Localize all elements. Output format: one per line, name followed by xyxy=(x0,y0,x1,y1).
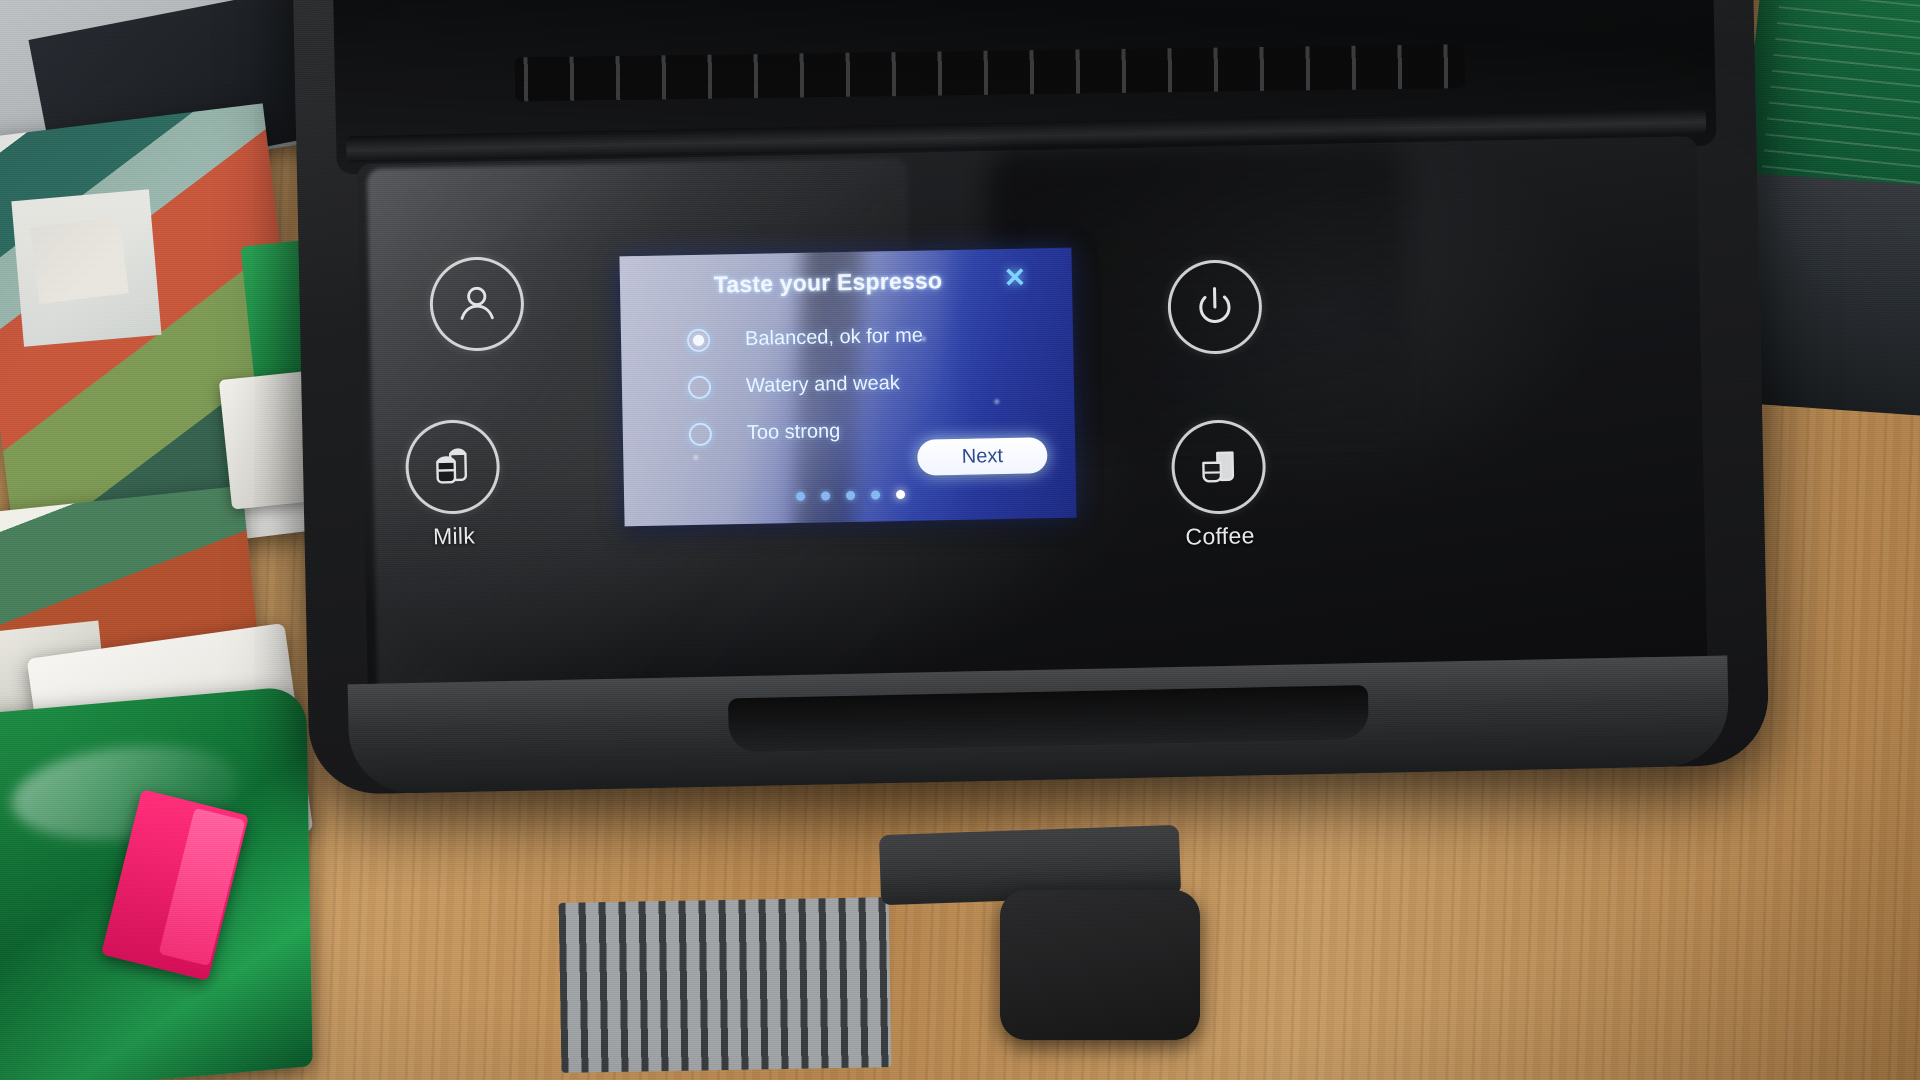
radio-icon-too-strong[interactable] xyxy=(688,422,713,447)
touchscreen-display[interactable]: Taste your Espresso ✕ Balanced, ok for m… xyxy=(619,247,1077,527)
power-icon-ring xyxy=(1166,259,1263,355)
close-icon[interactable]: ✕ xyxy=(1000,262,1031,293)
next-button[interactable]: Next xyxy=(917,437,1048,476)
pagination-dot[interactable] xyxy=(820,491,830,501)
taste-option-label: Balanced, ok for me xyxy=(744,324,924,350)
taste-option-label: Watery and weak xyxy=(745,372,900,397)
radio-icon-balanced[interactable] xyxy=(686,328,711,353)
pagination-dot[interactable] xyxy=(795,491,805,502)
screenshot-scene: Milk Coffee Taste your Espresso ✕ Balanc… xyxy=(0,0,1920,1080)
hardware-button-milk[interactable]: Milk xyxy=(404,419,502,551)
taste-option-balanced[interactable]: Balanced, ok for me xyxy=(686,311,1018,364)
hardware-button-profile[interactable] xyxy=(428,256,525,361)
coffee-cups-icon-ring xyxy=(1170,419,1267,515)
machine-coffee-spout[interactable] xyxy=(1000,890,1200,1040)
hardware-button-coffee-label: Coffee xyxy=(1185,522,1255,550)
hardware-button-power[interactable] xyxy=(1166,259,1263,364)
taste-option-label: Too strong xyxy=(746,420,841,444)
power-icon xyxy=(1199,287,1231,324)
pagination-dot[interactable] xyxy=(870,490,880,500)
person-icon xyxy=(460,286,494,320)
hardware-button-milk-label: Milk xyxy=(432,522,476,550)
taste-option-watery[interactable]: Watery and weak xyxy=(687,358,1019,411)
pagination-dot-active[interactable] xyxy=(895,489,905,500)
person-icon-ring xyxy=(428,256,525,352)
machine-drip-grill xyxy=(558,897,892,1073)
milk-cups-icon xyxy=(436,448,467,484)
radio-icon-watery[interactable] xyxy=(687,375,712,400)
coffee-cups-icon xyxy=(1202,451,1235,483)
taste-option-list: Balanced, ok for me Watery and weak Too … xyxy=(686,311,1020,458)
hardware-button-coffee[interactable]: Coffee xyxy=(1170,419,1268,551)
pagination-dot[interactable] xyxy=(845,490,855,501)
milk-cups-icon-ring xyxy=(404,419,501,515)
